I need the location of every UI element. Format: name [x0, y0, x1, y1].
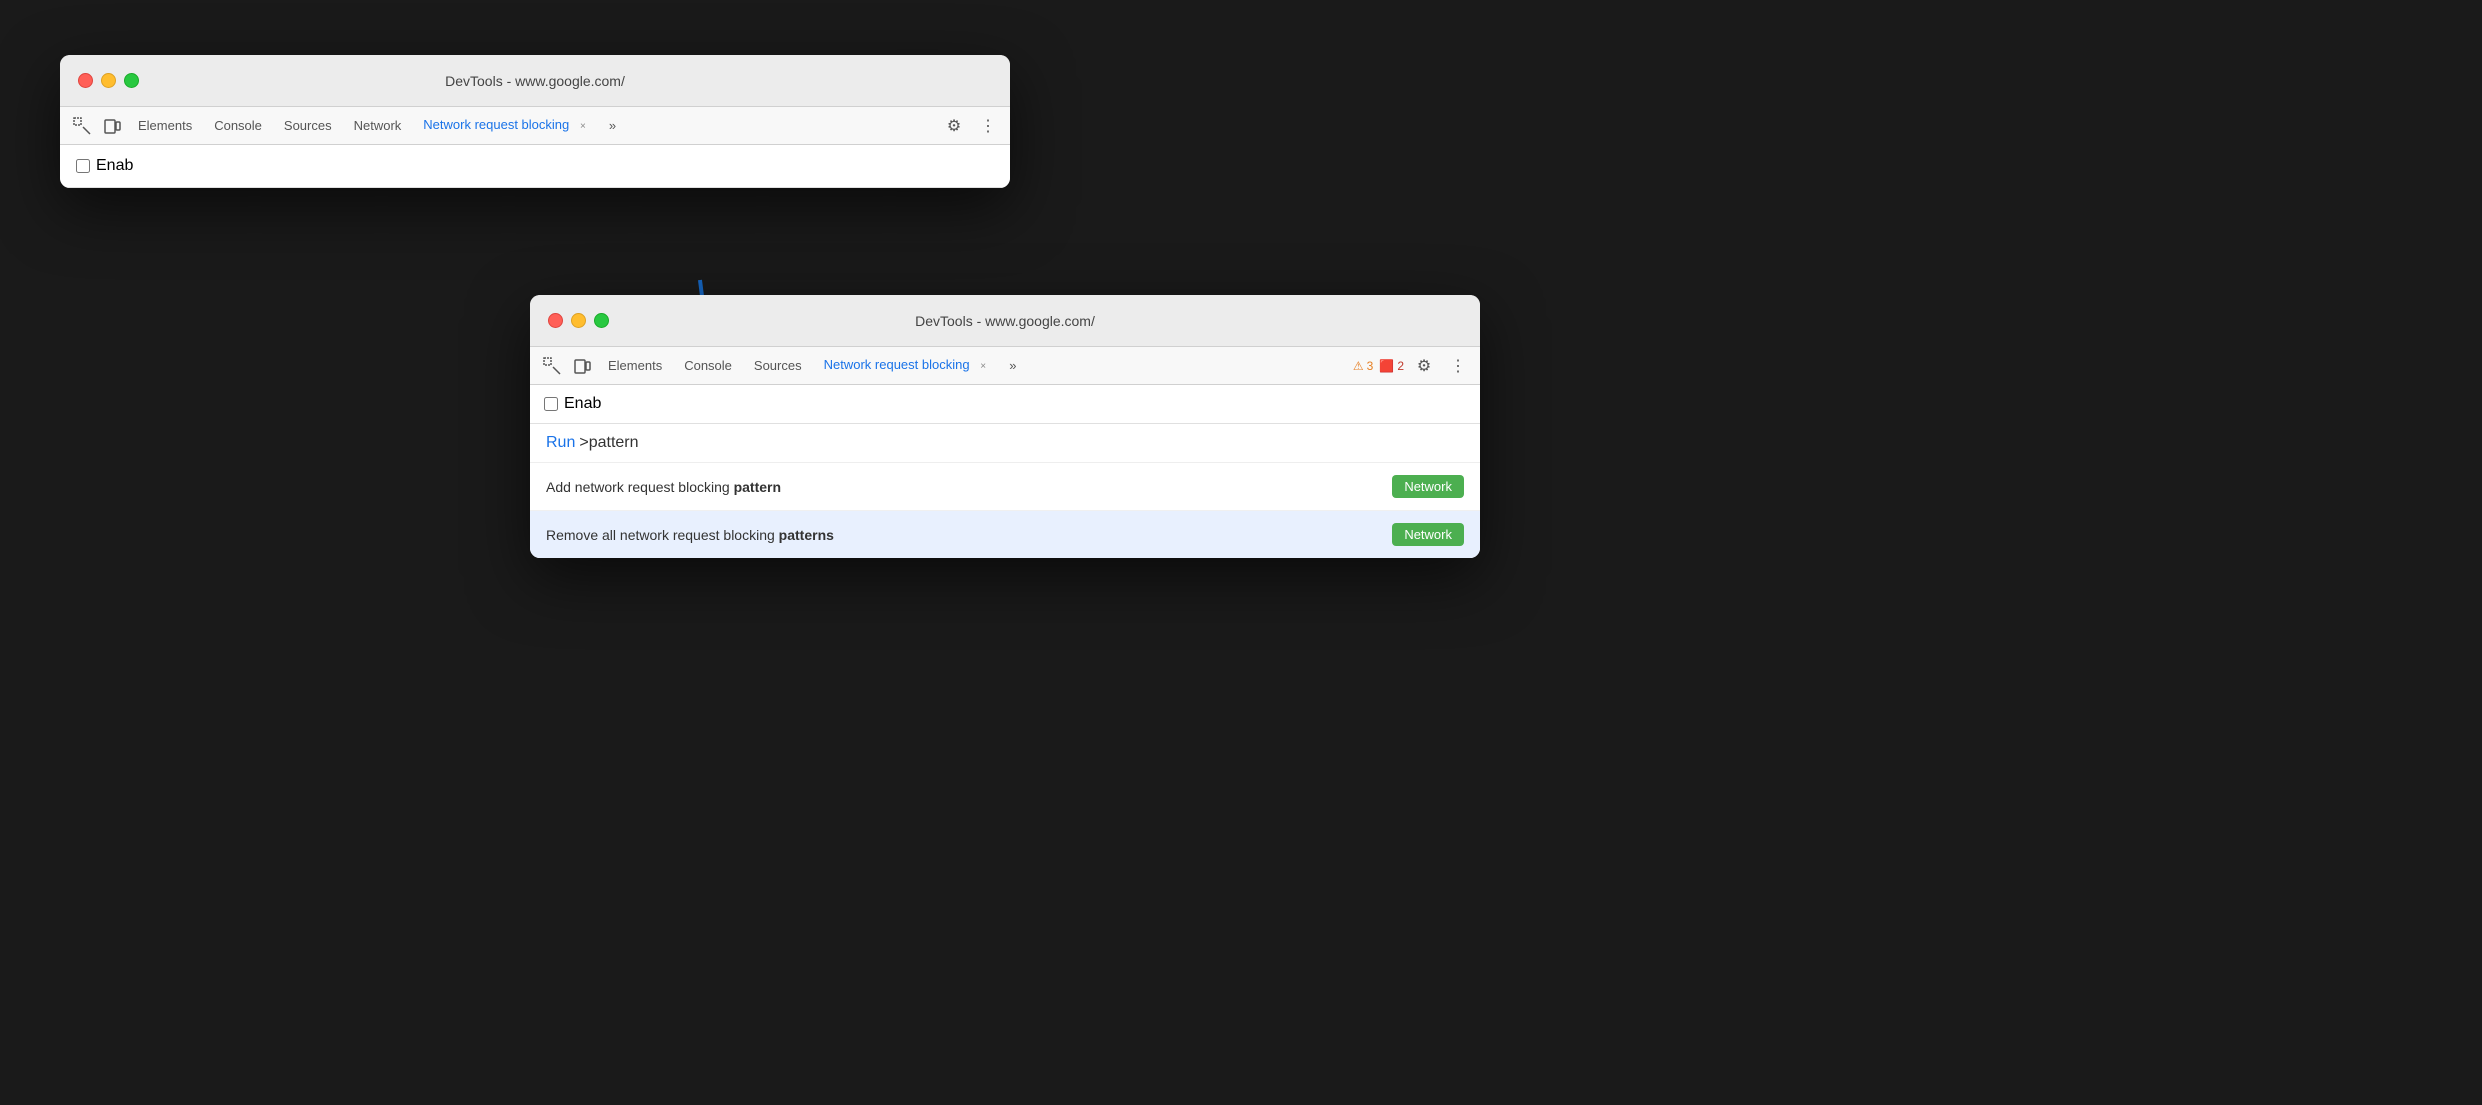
close-button-1[interactable]: [78, 73, 93, 88]
traffic-lights-1: [60, 73, 139, 88]
warning-icon-2: ⚠: [1353, 359, 1364, 373]
cmd-query-2: >pattern: [579, 434, 638, 452]
cmd-row-1-badge: Network: [1392, 475, 1464, 498]
cmd-row-1[interactable]: Add network request blocking pattern Net…: [530, 463, 1480, 511]
more-button-2[interactable]: ⋮: [1444, 352, 1472, 380]
enable-checkbox-area-1: Enab: [76, 157, 133, 175]
settings-button-1[interactable]: ⚙: [940, 112, 968, 140]
minimize-button-1[interactable]: [101, 73, 116, 88]
cmd-row-2[interactable]: Remove all network request blocking patt…: [530, 511, 1480, 558]
error-icon-2: 🟥: [1379, 359, 1394, 373]
content-area-1: Enab: [60, 145, 1010, 188]
tab-more-2[interactable]: »: [1003, 356, 1022, 375]
enable-label-2: Enab: [564, 395, 601, 413]
tab-sources-2[interactable]: Sources: [744, 354, 812, 377]
more-button-1[interactable]: ⋮: [974, 112, 1002, 140]
tab-network-request-blocking-2[interactable]: Network request blocking ×: [814, 353, 1002, 379]
tab-console-1[interactable]: Console: [204, 114, 272, 137]
tab-elements-2[interactable]: Elements: [598, 354, 672, 377]
tab-bar-2: Elements Console Sources Network request…: [530, 347, 1480, 385]
tab-more-1[interactable]: »: [603, 116, 622, 135]
cmd-row-1-text: Add network request blocking pattern: [546, 479, 1384, 495]
error-badge-2: 🟥 2: [1379, 359, 1404, 373]
inspect-icon-1[interactable]: [68, 112, 96, 140]
tab-close-1[interactable]: ×: [575, 118, 591, 134]
title-bar-2: DevTools - www.google.com/: [530, 295, 1480, 347]
content-area-2: Enab: [530, 385, 1480, 424]
tab-sources-1[interactable]: Sources: [274, 114, 342, 137]
close-button-2[interactable]: [548, 313, 563, 328]
tab-bar-1: Elements Console Sources Network Network…: [60, 107, 1010, 145]
window-title-1: DevTools - www.google.com/: [445, 73, 625, 89]
devtools-window-2: DevTools - www.google.com/ Elements Cons…: [530, 295, 1480, 558]
tab-network-request-blocking-1[interactable]: Network request blocking ×: [413, 113, 601, 139]
maximize-button-1[interactable]: [124, 73, 139, 88]
error-count-2: 2: [1397, 359, 1404, 373]
warning-count-2: 3: [1367, 359, 1374, 373]
enable-checkbox-1[interactable]: [76, 159, 90, 173]
cmd-header-2: Run >pattern: [530, 424, 1480, 463]
window-title-2: DevTools - www.google.com/: [915, 313, 1095, 329]
warning-badge-2: ⚠ 3: [1353, 359, 1373, 373]
minimize-button-2[interactable]: [571, 313, 586, 328]
traffic-lights-2: [530, 313, 609, 328]
run-label-2: Run: [546, 434, 575, 452]
enable-label-1: Enab: [96, 157, 133, 175]
devtools-window-1: DevTools - www.google.com/ Elements Cons…: [60, 55, 1010, 188]
maximize-button-2[interactable]: [594, 313, 609, 328]
tab-elements-1[interactable]: Elements: [128, 114, 202, 137]
tab-close-2[interactable]: ×: [975, 358, 991, 374]
title-bar-1: DevTools - www.google.com/: [60, 55, 1010, 107]
device-icon-2[interactable]: [568, 352, 596, 380]
command-palette-2: Run >pattern Add network request blockin…: [530, 424, 1480, 558]
tab-network-1[interactable]: Network: [344, 114, 412, 137]
enable-checkbox-area-2: Enab: [544, 395, 601, 413]
tab-console-2[interactable]: Console: [674, 354, 742, 377]
device-icon-1[interactable]: [98, 112, 126, 140]
settings-button-2[interactable]: ⚙: [1410, 352, 1438, 380]
cmd-row-2-badge: Network: [1392, 523, 1464, 546]
cmd-row-2-text: Remove all network request blocking patt…: [546, 527, 1384, 543]
tab-bar-right-2: ⚠ 3 🟥 2 ⚙ ⋮: [1353, 352, 1472, 380]
tab-bar-right-1: ⚙ ⋮: [940, 112, 1002, 140]
inspect-icon-2[interactable]: [538, 352, 566, 380]
enable-checkbox-2[interactable]: [544, 397, 558, 411]
